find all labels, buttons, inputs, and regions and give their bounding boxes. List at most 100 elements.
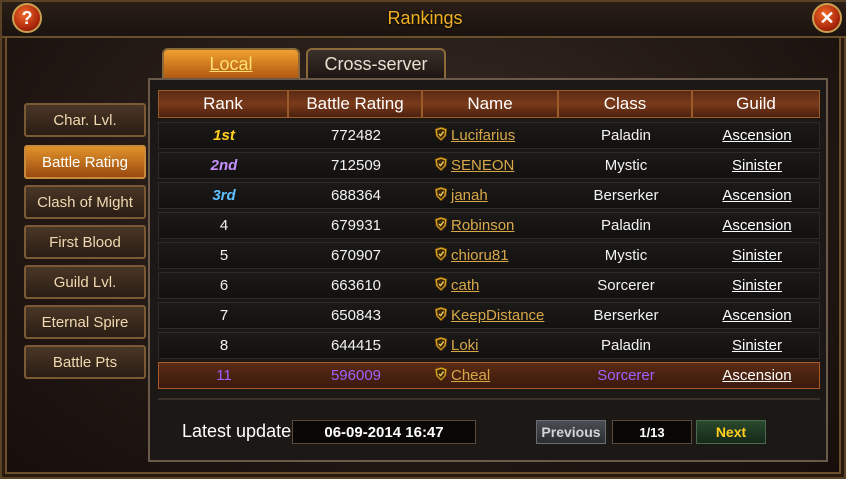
battle-rating-cell: 596009: [330, 367, 382, 384]
table-row: 2nd 712509 SENEON Mystic Sinister: [158, 152, 820, 179]
player-name-link[interactable]: chioru81: [451, 247, 509, 264]
previous-page-button[interactable]: Previous: [536, 420, 606, 444]
close-button[interactable]: ✕: [812, 3, 842, 33]
battle-rating-cell: 679931: [330, 217, 382, 234]
guild-link[interactable]: Ascension: [722, 127, 791, 144]
name-cell: SENEON: [423, 153, 559, 178]
window-title: Rankings: [387, 8, 463, 28]
name-cell: KeepDistance: [423, 303, 559, 328]
guild-cell: Ascension: [693, 303, 821, 328]
battle-rating-cell: 644415: [330, 337, 382, 354]
battle-rating-cell: 650843: [330, 307, 382, 324]
guild-cell: Ascension: [693, 363, 821, 388]
player-name-link[interactable]: Robinson: [451, 217, 514, 234]
table-row: 8 644415 Loki Paladin Sinister: [158, 332, 820, 359]
table-row-own: 11 596009 Cheal Sorcerer Ascension: [158, 362, 820, 389]
table-row: 7 650843 KeepDistance Berserker Ascension: [158, 302, 820, 329]
class-cell: Paladin: [600, 217, 652, 234]
column-header-rank: Rank: [158, 90, 288, 118]
player-name-link[interactable]: SENEON: [451, 157, 514, 174]
class-cell: Berserker: [593, 187, 659, 204]
battle-rating-cell: 663610: [330, 277, 382, 294]
name-cell: Cheal: [423, 363, 559, 388]
guild-link[interactable]: Sinister: [732, 247, 782, 264]
guild-link[interactable]: Ascension: [722, 187, 791, 204]
table-row: 3rd 688364 janah Berserker Ascension: [158, 182, 820, 209]
rank-cell: 11: [216, 367, 232, 384]
battle-rating-cell: 772482: [330, 127, 382, 144]
name-cell: Robinson: [423, 213, 559, 238]
sidebar-item-battle-pts[interactable]: Battle Pts: [24, 345, 146, 379]
guild-link[interactable]: Ascension: [722, 367, 791, 384]
shield-icon: [435, 186, 451, 205]
guild-link[interactable]: Ascension: [722, 217, 791, 234]
name-cell: janah: [423, 183, 559, 208]
guild-link[interactable]: Sinister: [732, 337, 782, 354]
table-row: 4 679931 Robinson Paladin Ascension: [158, 212, 820, 239]
class-cell: Paladin: [600, 127, 652, 144]
guild-link[interactable]: Ascension: [722, 307, 791, 324]
table-row: 6 663610 cath Sorcerer Sinister: [158, 272, 820, 299]
rankings-window: ? Rankings ✕ Local Cross-server Char. Lv…: [0, 0, 846, 479]
rank-cell: 3rd: [212, 187, 236, 204]
sidebar-item-guild-lvl[interactable]: Guild Lvl.: [24, 265, 146, 299]
shield-icon: [435, 216, 451, 235]
guild-cell: Sinister: [693, 243, 821, 268]
next-page-button[interactable]: Next: [696, 420, 766, 444]
guild-cell: Ascension: [693, 213, 821, 238]
tab-cross-server[interactable]: Cross-server: [306, 48, 446, 78]
class-cell: Sorcerer: [597, 367, 655, 384]
class-cell: Mystic: [604, 247, 648, 264]
guild-cell: Sinister: [693, 273, 821, 298]
page-indicator: 1/13: [612, 420, 692, 444]
player-name-link[interactable]: Loki: [451, 337, 479, 354]
name-cell: cath: [423, 273, 559, 298]
shield-icon: [435, 276, 451, 295]
sidebar-item-char-lvl[interactable]: Char. Lvl.: [24, 103, 146, 137]
name-cell: chioru81: [423, 243, 559, 268]
name-cell: Lucifarius: [423, 123, 559, 148]
class-cell: Mystic: [604, 157, 648, 174]
latest-update-label: Latest update: [182, 421, 292, 441]
class-cell: Sorcerer: [597, 277, 655, 294]
rankings-panel: Rank Battle Rating Name Class Guild 1st 7…: [148, 78, 828, 462]
rank-cell: 8: [219, 337, 229, 354]
player-name-link[interactable]: Cheal: [451, 367, 490, 384]
column-header-name: Name: [422, 90, 558, 118]
class-cell: Berserker: [593, 307, 659, 324]
title-bar: ? Rankings ✕: [2, 2, 846, 38]
tab-local[interactable]: Local: [162, 48, 300, 78]
shield-icon: [435, 126, 451, 145]
column-header-battle-rating: Battle Rating: [288, 90, 422, 118]
guild-cell: Ascension: [693, 183, 821, 208]
guild-cell: Ascension: [693, 123, 821, 148]
sidebar-item-first-blood[interactable]: First Blood: [24, 225, 146, 259]
shield-icon: [435, 156, 451, 175]
rank-cell: 1st: [213, 127, 235, 144]
player-name-link[interactable]: KeepDistance: [451, 307, 544, 324]
guild-cell: Sinister: [693, 333, 821, 358]
shield-icon: [435, 366, 451, 385]
battle-rating-cell: 688364: [330, 187, 382, 204]
player-name-link[interactable]: Lucifarius: [451, 127, 515, 144]
guild-link[interactable]: Sinister: [732, 277, 782, 294]
shield-icon: [435, 246, 451, 265]
class-cell: Paladin: [600, 337, 652, 354]
battle-rating-cell: 670907: [330, 247, 382, 264]
table-header: Rank Battle Rating Name Class Guild: [158, 90, 820, 118]
player-name-link[interactable]: cath: [451, 277, 479, 294]
sidebar-item-battle-rating[interactable]: Battle Rating: [24, 145, 146, 179]
shield-icon: [435, 336, 451, 355]
table-row: 1st 772482 Lucifarius Paladin Ascension: [158, 122, 820, 149]
sidebar-item-eternal-spire[interactable]: Eternal Spire: [24, 305, 146, 339]
column-header-guild: Guild: [692, 90, 820, 118]
table-row: 5 670907 chioru81 Mystic Sinister: [158, 242, 820, 269]
sidebar-item-clash-of-might[interactable]: Clash of Might: [24, 185, 146, 219]
player-name-link[interactable]: janah: [451, 187, 488, 204]
name-cell: Loki: [423, 333, 559, 358]
shield-icon: [435, 306, 451, 325]
latest-update-value: 06-09-2014 16:47: [292, 420, 476, 444]
rank-cell: 5: [219, 247, 229, 264]
rank-cell: 7: [219, 307, 229, 324]
guild-link[interactable]: Sinister: [732, 157, 782, 174]
